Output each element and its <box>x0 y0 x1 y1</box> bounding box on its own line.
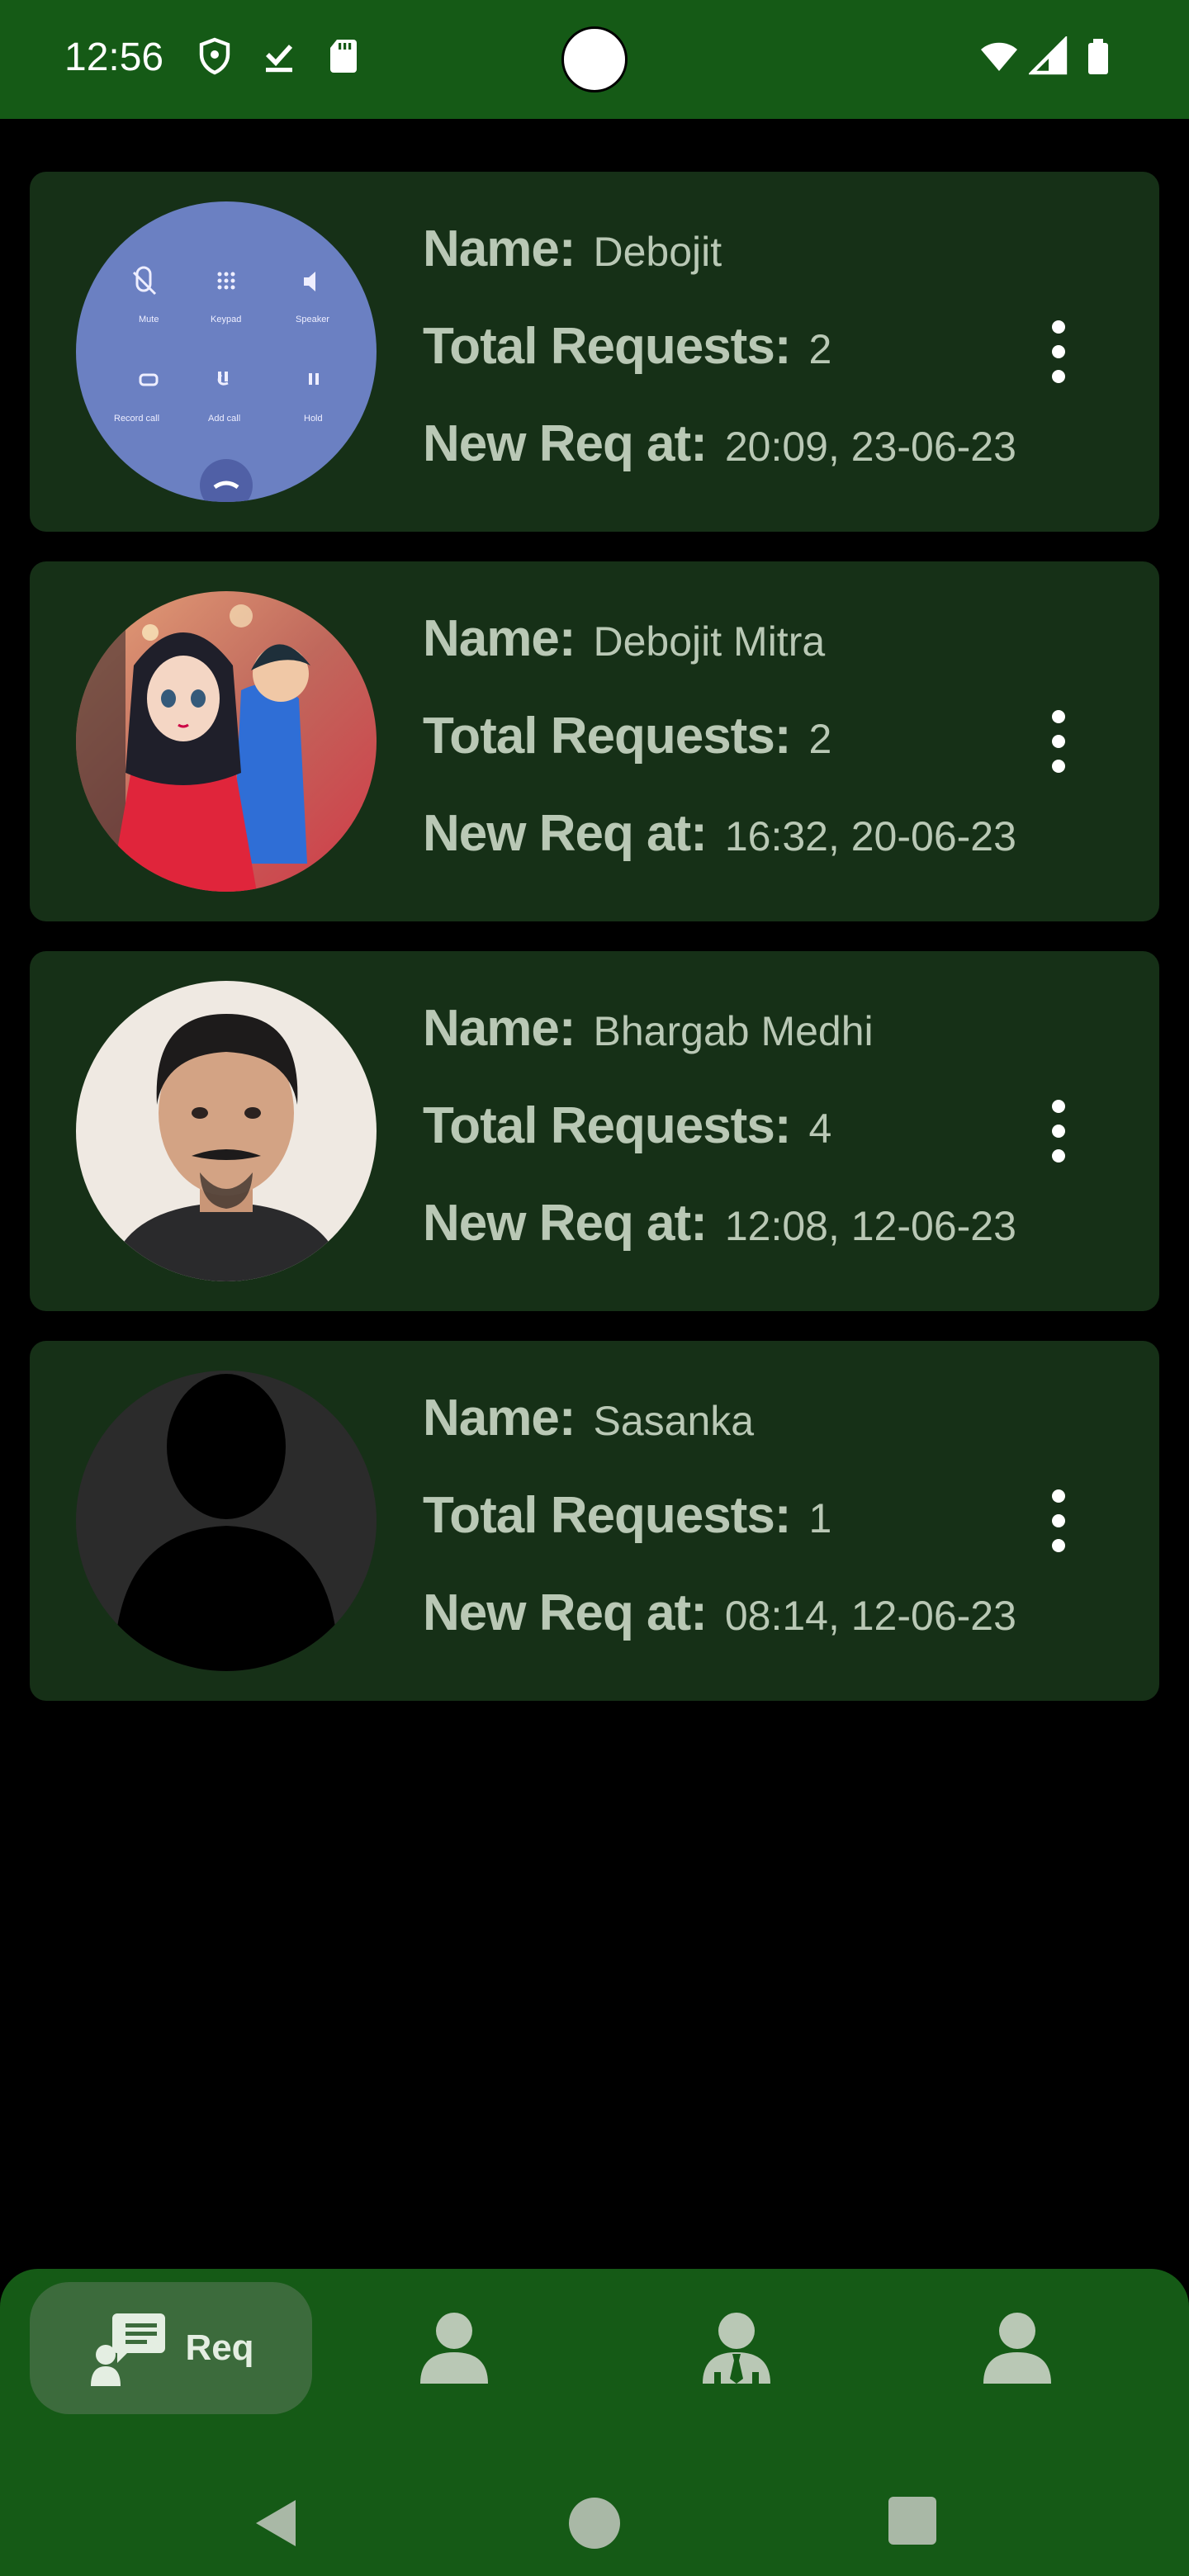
total-requests-value: 1 <box>808 1495 832 1541</box>
request-list: Mute Keypad Speaker Record call Add call… <box>30 172 1159 1731</box>
status-bar: 12:56 <box>0 0 1189 119</box>
request-info: Name: Sasanka Total Requests: 1 New Req at… <box>423 1389 1016 1681</box>
total-requests-label: Total Requests: <box>423 318 791 375</box>
download-done-icon <box>266 45 293 73</box>
request-info: Name: Debojit Total Requests: 2 New Req at… <box>423 220 1016 512</box>
total-requests-label: Total Requests: <box>423 1487 791 1544</box>
home-icon[interactable] <box>568 2497 621 2550</box>
total-requests-value: 2 <box>808 716 832 762</box>
more-options-icon[interactable] <box>1039 1489 1078 1552</box>
person-icon <box>983 2313 1051 2384</box>
total-requests-value: 2 <box>808 326 832 372</box>
new-request-time: 20:09, 23-06-23 <box>724 424 1016 470</box>
signal-icon <box>1029 36 1068 75</box>
nav-tab-staff[interactable] <box>670 2282 803 2414</box>
speaker-label: Speaker <box>296 315 329 324</box>
sd-card-icon <box>330 40 357 73</box>
more-options-icon[interactable] <box>1039 320 1078 383</box>
request-card[interactable]: Name: Bhargab Medhi Total Requests: 4 New … <box>30 951 1159 1311</box>
wifi-icon <box>981 42 1017 71</box>
mute-label: Mute <box>139 315 159 324</box>
keypad-label: Keypad <box>211 315 241 324</box>
recents-icon[interactable] <box>888 2497 936 2545</box>
name-label: Name: <box>423 1390 576 1447</box>
new-request-label: New Req at: <box>423 1195 708 1252</box>
bottom-navigation: Req <box>0 2269 1189 2576</box>
person-tie-icon <box>703 2313 770 2384</box>
nav-tab-requests-label: Req <box>185 2327 254 2368</box>
name-value: Debojit <box>593 229 722 275</box>
more-options-icon[interactable] <box>1039 710 1078 773</box>
add-call-label: Add call <box>208 414 240 424</box>
request-chat-icon <box>91 2313 166 2386</box>
new-request-label: New Req at: <box>423 805 708 862</box>
new-request-label: New Req at: <box>423 415 708 472</box>
nav-tab-profile[interactable] <box>388 2282 520 2414</box>
new-request-time: 16:32, 20-06-23 <box>724 813 1016 859</box>
name-label: Name: <box>423 1000 576 1057</box>
new-request-time: 12:08, 12-06-23 <box>724 1203 1016 1249</box>
request-card[interactable]: Name: Sasanka Total Requests: 1 New Req at… <box>30 1341 1159 1701</box>
default-person-avatar <box>76 1371 377 1671</box>
request-card[interactable]: Name: Debojit Mitra Total Requests: 2 New … <box>30 561 1159 921</box>
anime-couple-avatar <box>76 591 377 892</box>
name-label: Name: <box>423 610 576 667</box>
name-value: Bhargab Medhi <box>593 1008 874 1054</box>
person-icon <box>420 2313 488 2384</box>
name-value: Sasanka <box>593 1398 755 1444</box>
total-requests-value: 4 <box>808 1106 832 1152</box>
battery-icon <box>1088 39 1108 74</box>
new-request-time: 08:14, 12-06-23 <box>724 1593 1016 1639</box>
status-time: 12:56 <box>64 36 164 79</box>
record-call-label: Record call <box>114 414 159 424</box>
nav-tab-account[interactable] <box>951 2282 1083 2414</box>
request-info: Name: Debojit Mitra Total Requests: 2 New … <box>423 609 1016 902</box>
name-label: Name: <box>423 220 576 277</box>
total-requests-label: Total Requests: <box>423 1097 791 1154</box>
call-screen-avatar: Mute Keypad Speaker Record call Add call… <box>76 201 377 502</box>
hold-label: Hold <box>304 414 323 424</box>
request-card[interactable]: Mute Keypad Speaker Record call Add call… <box>30 172 1159 532</box>
total-requests-label: Total Requests: <box>423 708 791 765</box>
name-value: Debojit Mitra <box>593 618 826 665</box>
shield-icon <box>199 37 230 75</box>
nav-tab-requests[interactable]: Req <box>30 2282 312 2414</box>
back-icon[interactable] <box>249 2497 302 2550</box>
camera-cutout <box>561 26 628 92</box>
new-request-label: New Req at: <box>423 1584 708 1641</box>
request-info: Name: Bhargab Medhi Total Requests: 4 New … <box>423 999 1016 1291</box>
man-photo-avatar <box>76 981 377 1281</box>
more-options-icon[interactable] <box>1039 1100 1078 1163</box>
